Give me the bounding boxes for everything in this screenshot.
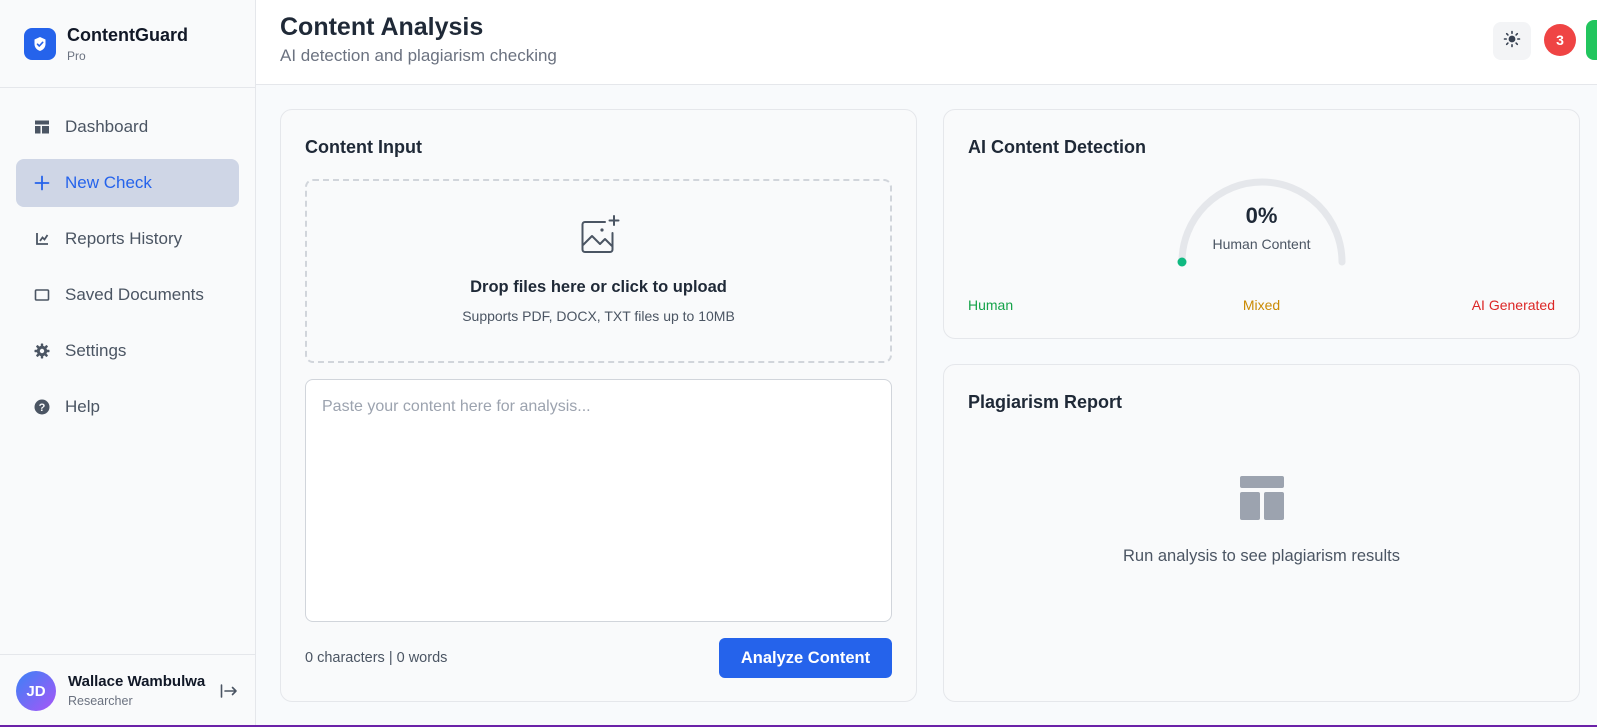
file-dropzone[interactable]: Drop files here or click to upload Suppo… <box>305 179 892 363</box>
sidebar-item-help[interactable]: ? Help <box>16 383 239 431</box>
theme-toggle-button[interactable] <box>1493 22 1531 60</box>
user-name: Wallace Wambulwa <box>68 673 206 690</box>
notification-badge[interactable]: 3 <box>1544 24 1576 56</box>
ai-detection-card: AI Content Detection 0% Human Content Hu… <box>943 109 1580 339</box>
sidebar: ContentGuard Pro Dashboard New Check Rep… <box>0 0 256 727</box>
plagiarism-empty-state: Run analysis to see plagiarism results <box>1123 547 1400 565</box>
avatar[interactable]: JD <box>16 671 56 711</box>
content-input-card: Content Input Drop files here or click t… <box>280 109 917 702</box>
dropzone-subtitle: Supports PDF, DOCX, TXT files up to 10MB <box>462 308 735 324</box>
sidebar-item-label: Saved Documents <box>65 285 204 304</box>
content-input-title: Content Input <box>305 137 422 157</box>
user-panel: JD Wallace Wambulwa Researcher <box>0 654 255 727</box>
page-title: Content Analysis <box>280 13 484 41</box>
plus-icon <box>33 174 51 192</box>
gauge-marker <box>1177 257 1187 267</box>
character-word-counter: 0 characters | 0 words <box>305 650 448 666</box>
sidebar-item-label: Dashboard <box>65 117 149 136</box>
legend-ai-generated: AI Generated <box>1471 297 1555 313</box>
svg-text:?: ? <box>39 402 46 414</box>
gear-icon <box>33 342 51 360</box>
analyze-content-button[interactable]: Analyze Content <box>719 638 892 678</box>
history-icon <box>33 230 51 248</box>
ai-score-label: Human Content <box>1212 236 1311 252</box>
sidebar-item-new-check[interactable]: New Check <box>16 159 239 207</box>
sidebar-nav: Dashboard New Check Reports History Save… <box>0 88 255 431</box>
sidebar-item-dashboard[interactable]: Dashboard <box>16 103 239 151</box>
sidebar-item-reports-history[interactable]: Reports History <box>16 215 239 263</box>
document-icon <box>33 286 51 304</box>
user-role: Researcher <box>68 694 133 708</box>
logout-icon[interactable] <box>217 679 241 703</box>
brand: ContentGuard Pro <box>0 0 255 88</box>
sidebar-item-label: Settings <box>65 341 127 360</box>
report-layout-icon <box>1238 474 1286 527</box>
ai-detection-title: AI Content Detection <box>968 137 1146 157</box>
shield-check-icon <box>24 27 56 60</box>
content-textarea[interactable] <box>305 379 892 622</box>
sidebar-item-saved-documents[interactable]: Saved Documents <box>16 271 239 319</box>
help-icon: ? <box>33 398 51 416</box>
ai-score-value: 0% <box>1245 203 1278 228</box>
dashboard-icon <box>33 118 51 136</box>
header: Content Analysis AI detection and plagia… <box>256 0 1597 85</box>
sidebar-item-label: Reports History <box>65 229 183 248</box>
sun-icon <box>1503 30 1521 53</box>
dropzone-title: Drop files here or click to upload <box>470 278 727 296</box>
image-upload-icon <box>579 214 621 261</box>
page-subtitle: AI detection and plagiarism checking <box>280 46 557 65</box>
sidebar-item-label: Help <box>65 397 100 416</box>
plagiarism-report-card: Plagiarism Report Run analysis to see pl… <box>943 364 1580 702</box>
sidebar-item-settings[interactable]: Settings <box>16 327 239 375</box>
plagiarism-title: Plagiarism Report <box>968 392 1123 412</box>
brand-name: ContentGuard <box>67 24 188 45</box>
brand-plan: Pro <box>67 48 86 63</box>
sidebar-item-label: New Check <box>65 173 152 192</box>
action-button-partial[interactable] <box>1586 20 1597 60</box>
